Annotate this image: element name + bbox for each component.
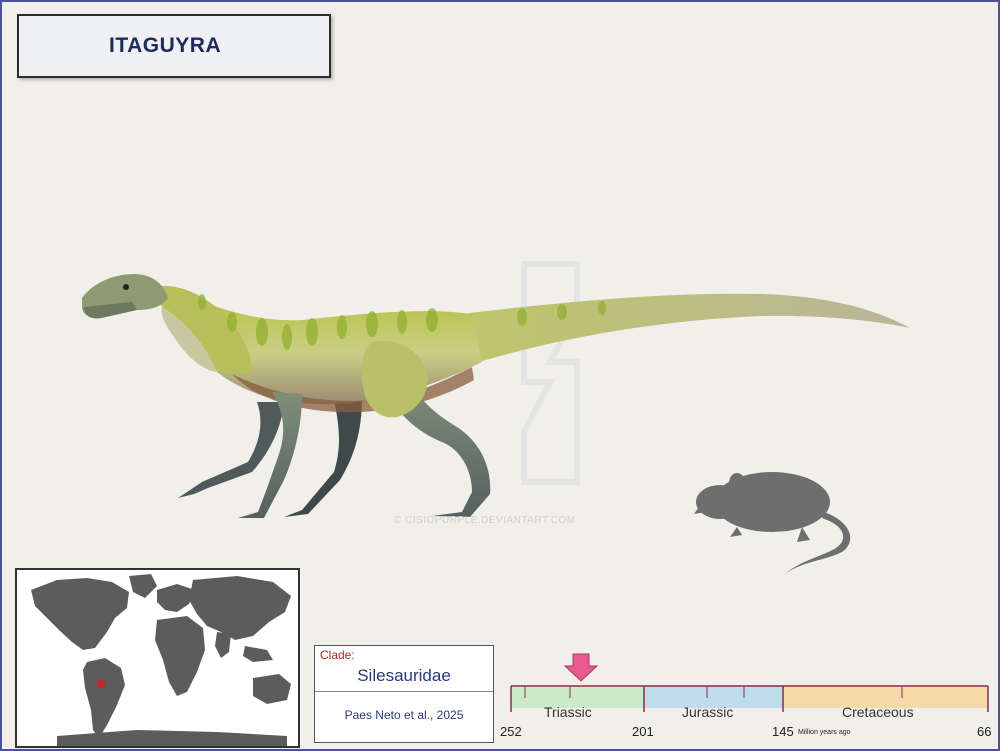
period-triassic-label: Triassic	[544, 704, 592, 720]
tick-label-201: 201	[632, 724, 654, 739]
watermark-logo	[521, 261, 580, 485]
period-cretaceous-label: Cretaceous	[842, 704, 914, 720]
locality-marker	[96, 679, 106, 689]
clade-divider	[315, 691, 493, 692]
watermark-text: © CISIOPURPLE.DEVIANTART.COM	[394, 515, 576, 526]
clade-name: Silesauridae	[357, 666, 451, 685]
tick-label-66: 66	[977, 724, 992, 739]
clade-box: Clade: Silesauridae Paes Neto et al., 20…	[314, 645, 494, 743]
figure-frame: © CISIOPURPLE.DEVIANTART.COM ITAGUYRA Cl…	[0, 0, 1000, 751]
page-title: ITAGUYRA	[109, 34, 222, 57]
tick-label-145: 145	[772, 724, 794, 739]
world-map-box	[15, 568, 300, 748]
unit-label: Million years ago	[798, 729, 851, 736]
clade-citation: Paes Neto et al., 2025	[344, 708, 464, 722]
clade-label: Clade:	[320, 648, 355, 662]
world-map	[31, 574, 291, 746]
tick-label-252: 252	[500, 724, 522, 739]
title-box: ITAGUYRA	[17, 14, 331, 78]
period-jurassic-label: Jurassic	[682, 704, 734, 720]
period-arrow	[563, 653, 599, 682]
rat-silhouette	[694, 472, 851, 586]
